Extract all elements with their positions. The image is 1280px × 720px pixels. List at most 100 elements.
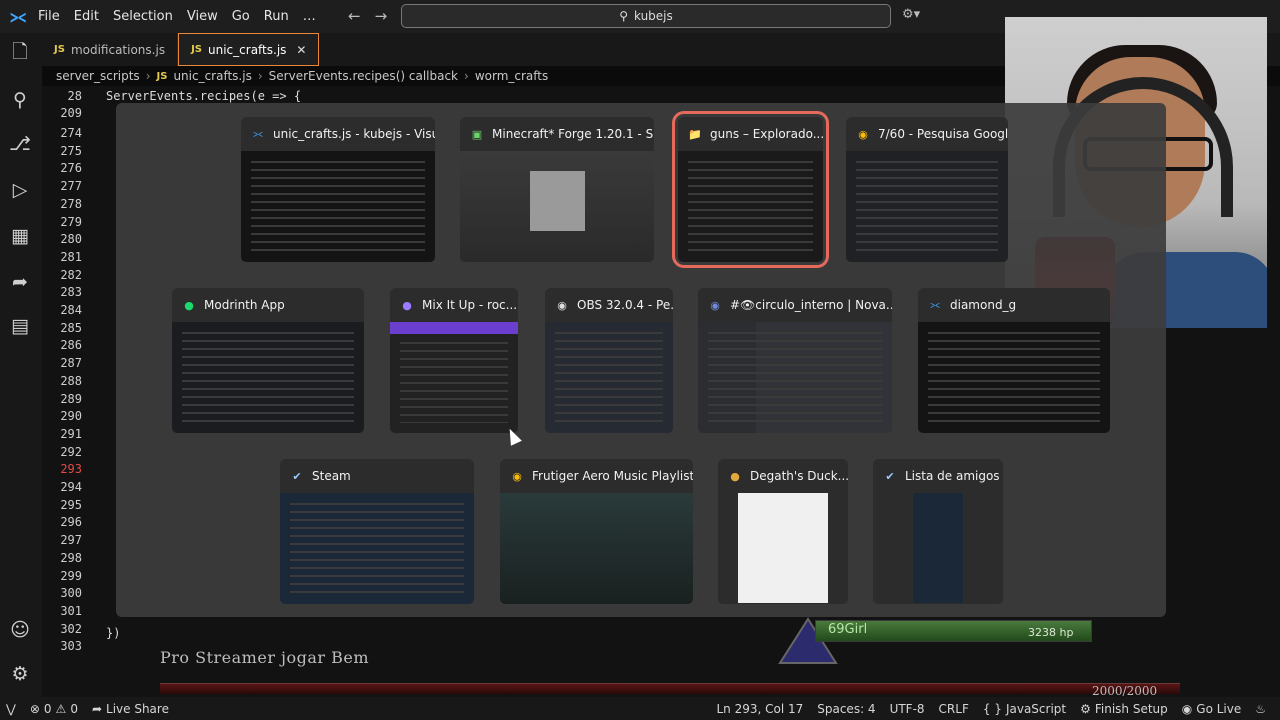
switcher-window[interactable]: ◉ Frutiger Aero Music Playlist... [500, 459, 693, 604]
remote-explorer-icon[interactable]: ➦ [9, 271, 31, 293]
menu-selection[interactable]: Selection [113, 9, 173, 24]
search-icon[interactable]: ⚲ [9, 89, 31, 111]
settings-gear-icon[interactable]: ⚙ [9, 663, 31, 685]
window-title: Degath's Duck... [750, 469, 848, 483]
command-center-search[interactable]: ⚲ kubejs [401, 4, 891, 28]
javascript-file-icon: JS [156, 70, 168, 82]
line-number: 292 [60, 444, 82, 459]
breadcrumb-item[interactable]: ServerEvents.recipes() callback [269, 69, 458, 83]
switcher-window[interactable]: ⪥ diamond_g [918, 288, 1110, 433]
window-thumbnail [698, 322, 892, 433]
window-title: Frutiger Aero Music Playlist... [532, 469, 693, 483]
explorer-icon[interactable]: 🗋 [9, 41, 31, 65]
line-number: 294 [60, 480, 82, 494]
language-label: JavaScript [1005, 701, 1067, 716]
menu-view[interactable]: View [187, 9, 218, 24]
finish-setup-button[interactable]: ⚙ Finish Setup [1080, 702, 1168, 716]
switcher-window[interactable]: ✔ Lista de amigos [873, 459, 1003, 604]
warning-icon: ⚠ [55, 701, 67, 716]
menu-run[interactable]: Run [264, 9, 289, 24]
line-number: 291 [60, 426, 82, 441]
breadcrumb-item[interactable]: unic_crafts.js [173, 69, 251, 83]
error-count: 0 [43, 701, 52, 716]
modrinth-icon: ● [184, 298, 194, 312]
source-control-icon[interactable]: ⎇ [9, 133, 31, 155]
run-debug-icon[interactable]: ▷ [9, 179, 31, 201]
finish-setup-label: Finish Setup [1094, 701, 1168, 716]
minecraft-icon: ▣ [471, 127, 483, 141]
cursor-position[interactable]: Ln 293, Col 17 [716, 702, 803, 716]
switcher-window[interactable]: ▣ Minecraft* Forge 1.20.1 - Sin... [460, 117, 654, 262]
window-thumbnail [280, 493, 474, 604]
sticky-code-line[interactable]: ServerEvents.recipes(e => { [106, 89, 301, 103]
account-icon[interactable]: ☺ [9, 619, 31, 641]
vscode-icon: ⪥ [253, 127, 263, 140]
encoding[interactable]: UTF-8 [890, 702, 925, 716]
switcher-window[interactable]: 📁 guns – Explorado... [672, 111, 829, 268]
broadcast-icon: ◉ [1181, 701, 1193, 716]
switcher-window[interactable]: ● Degath's Duck... [718, 459, 848, 604]
switcher-window[interactable]: ✔ Steam [280, 459, 474, 604]
switcher-window[interactable]: ◉ #👁circulo_interno | Nova... [698, 288, 892, 433]
tab-label: modifications.js [70, 42, 166, 57]
line-number: 302 [60, 621, 82, 636]
stream-title: Pro Streamer jogar Bem [160, 648, 370, 667]
window-title: unic_crafts.js - kubejs - Visu... [273, 127, 435, 141]
live-share-icon: ➦ [91, 701, 103, 716]
window-thumbnail [846, 151, 1008, 262]
menu-go[interactable]: Go [232, 9, 250, 24]
code-line[interactable]: }) [106, 626, 120, 640]
line-number: 28 [67, 89, 82, 103]
breadcrumb-item[interactable]: worm_crafts [475, 69, 548, 83]
warning-count: 0 [70, 701, 78, 716]
remote-icon[interactable]: ⋁ [6, 702, 16, 716]
back-arrow-icon[interactable]: ← [348, 7, 361, 25]
go-live-button[interactable]: ◉ Go Live [1182, 702, 1241, 716]
window-title: OBS 32.0.4 - Pe... [577, 298, 673, 312]
line-number: 284 [60, 303, 82, 317]
menu-file[interactable]: File [38, 9, 60, 24]
end-of-line[interactable]: CRLF [939, 702, 969, 716]
tab-modifications[interactable]: JS modifications.js [42, 33, 179, 66]
switcher-window[interactable]: ◉ 7/60 - Pesquisa Google - [846, 117, 1008, 262]
chevron-right-icon: › [145, 69, 151, 83]
extensions-icon[interactable]: ▦ [9, 225, 31, 247]
tab-unic-crafts[interactable]: JS unic_crafts.js ✕ [178, 33, 320, 66]
switcher-window[interactable]: ⪥ unic_crafts.js - kubejs - Visu... [241, 117, 435, 262]
window-thumbnail [500, 493, 693, 604]
window-title: Steam [312, 469, 351, 483]
breadcrumb-item[interactable]: server_scripts [56, 69, 140, 83]
window-thumbnail [873, 493, 1003, 604]
line-number: 275 [60, 143, 82, 158]
indentation[interactable]: Spaces: 4 [817, 702, 875, 716]
line-number: 293 [60, 462, 82, 477]
discord-icon: ◉ [710, 298, 720, 312]
search-text: kubejs [634, 9, 673, 23]
switcher-window[interactable]: ● Modrinth App [172, 288, 364, 433]
copilot-icon[interactable]: ⚙▾ [902, 7, 920, 22]
notifications-bell-icon[interactable]: ♨ [1255, 702, 1266, 716]
menu-edit[interactable]: Edit [74, 9, 99, 24]
book-icon[interactable]: ▤ [9, 315, 31, 337]
forward-arrow-icon[interactable]: → [375, 7, 388, 25]
language-mode[interactable]: { } JavaScript [983, 702, 1066, 716]
window-title: Lista de amigos [905, 469, 1000, 483]
folder-icon: 📁 [688, 127, 702, 141]
switcher-window[interactable]: ◉ OBS 32.0.4 - Pe... [545, 288, 673, 433]
line-number: 209 [60, 106, 82, 120]
window-title: diamond_g [950, 298, 1017, 312]
window-title: Modrinth App [204, 298, 285, 312]
hp-player-name: 69Girl [828, 622, 868, 637]
menu-more[interactable]: … [303, 9, 316, 24]
go-live-label: Go Live [1196, 701, 1242, 716]
close-icon[interactable]: ✕ [296, 43, 306, 57]
mixitup-icon: ● [402, 298, 412, 312]
problems-indicator[interactable]: ⊗ 0 ⚠ 0 [30, 702, 78, 716]
chevron-right-icon: › [464, 69, 469, 83]
window-title: 7/60 - Pesquisa Google - [878, 127, 1008, 141]
breadcrumb: server_scripts › JS unic_crafts.js › Ser… [56, 67, 548, 85]
live-share-button[interactable]: ➦ Live Share [92, 702, 169, 716]
line-number: 290 [60, 409, 82, 424]
line-number: 303 [60, 639, 82, 654]
switcher-window[interactable]: ● Mix It Up - roc... [390, 288, 518, 433]
